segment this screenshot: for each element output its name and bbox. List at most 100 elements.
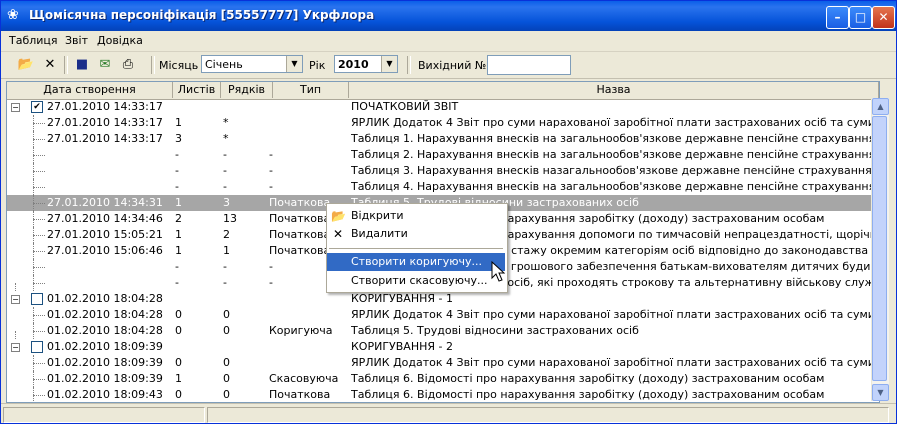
save-icon[interactable]: ■ [73, 56, 91, 74]
row-name: Таблиця 3. Нарахування внесків назагальн… [351, 164, 876, 177]
tree-line [33, 171, 45, 172]
scroll-thumb[interactable] [872, 116, 887, 381]
row-name: Таблиця 6. Відомості про нарахування зар… [351, 372, 825, 385]
tree-line [33, 203, 45, 204]
vertical-scrollbar[interactable]: ▲ ▼ [871, 98, 889, 401]
app-window: ❀ Щомісячна персоніфікація [55557777] Ук… [0, 0, 897, 424]
row-date: 01.02.2010 18:04:28 [47, 308, 163, 321]
context-create-correcting-label: Створити коригуючу... [351, 255, 483, 268]
row-lines: - [223, 164, 227, 177]
context-create-cancelling-label: Створити скасовуючу... [351, 274, 488, 287]
row-lines: * [223, 132, 229, 145]
row-name: ЯРЛИК Додаток 4 Звіт про суми нараховано… [351, 356, 876, 369]
column-header-sheets[interactable]: Листів [173, 82, 221, 98]
minimize-button[interactable]: – [826, 6, 849, 29]
collapse-icon[interactable]: − [11, 343, 20, 352]
open-folder-icon[interactable]: 📂 [17, 56, 35, 74]
row-date: 01.02.2010 18:09:39 [47, 356, 163, 369]
row-date: 27.01.2010 15:06:46 [47, 244, 163, 257]
table-row[interactable]: 01.02.2010 18:04:28 0 0 Коригуюча Таблиця 5.… [7, 323, 879, 339]
context-menu: 📂 Відкрити ✕ Видалити Створити коригуючу… [326, 203, 508, 293]
table-row[interactable]: 01.02.2010 18:04:28 0 0 ЯРЛИК Додаток 4 Зві… [7, 307, 879, 323]
title-bar[interactable]: ❀ Щомісячна персоніфікація [55557777] Ук… [1, 1, 896, 31]
menu-report[interactable]: Звіт [65, 34, 88, 47]
column-header-name[interactable]: Назва [349, 82, 879, 98]
group-checkbox[interactable] [31, 293, 43, 305]
report-group-row[interactable]: − 01.02.2010 18:09:39 КОРИГУВАННЯ - 2 [7, 339, 879, 355]
row-lines: 2 [223, 228, 230, 241]
print-icon[interactable]: ⎙ [119, 56, 137, 74]
month-label: Місяць [159, 59, 199, 72]
row-date: 27.01.2010 14:33:17 [47, 100, 163, 113]
chevron-down-icon[interactable]: ▼ [381, 56, 397, 72]
table-row[interactable]: 01.02.2010 18:09:39 0 0 ЯРЛИК Додаток 4 Зві… [7, 355, 879, 371]
tree-line [33, 379, 45, 380]
column-header-lines[interactable]: Рядків [221, 82, 273, 98]
report-group-row[interactable]: − 01.02.2010 18:04:28 КОРИГУВАННЯ - 1 [7, 291, 879, 307]
outgoing-number-label: Вихідний №: [418, 59, 490, 72]
delete-icon[interactable]: ✕ [41, 56, 59, 74]
row-date: 01.02.2010 18:04:28 [47, 324, 163, 337]
row-lines: - [223, 180, 227, 193]
menu-help[interactable]: Довідка [97, 34, 143, 47]
report-group-row[interactable]: − ✔ 27.01.2010 14:33:17 ПОЧАТКОВИЙ ЗВІТ [7, 99, 879, 115]
column-header-date[interactable]: Дата створення [7, 82, 173, 98]
year-select[interactable]: 2010 ▼ [334, 55, 398, 73]
scroll-down-icon[interactable]: ▼ [872, 384, 889, 401]
status-bar [1, 403, 896, 423]
menu-table[interactable]: Таблиця [9, 34, 58, 47]
row-lines: 0 [223, 372, 230, 385]
context-delete-item[interactable]: ✕ Видалити [327, 225, 505, 243]
table-row[interactable]: 27.01.2010 14:33:17 3 * Таблиця 1. Нарахува… [7, 131, 879, 147]
export-icon[interactable]: ✉ [96, 56, 114, 74]
table-row[interactable]: 01.02.2010 18:09:39 1 0 Скасовуюча Таблиця 6… [7, 371, 879, 387]
row-lines: 0 [223, 356, 230, 369]
table-row[interactable]: 01.02.2010 18:09:43 0 0 Початкова Таблиця 6.… [7, 387, 879, 402]
collapse-icon[interactable]: − [11, 295, 20, 304]
column-header-type[interactable]: Тип [273, 82, 349, 98]
row-sheets: 3 [175, 132, 182, 145]
chevron-down-icon[interactable]: ▼ [286, 56, 302, 72]
row-lines: 0 [223, 308, 230, 321]
tree-line [15, 283, 16, 291]
row-sheets: 0 [175, 308, 182, 321]
tree-line [33, 251, 45, 252]
row-sheets: 0 [175, 388, 182, 401]
row-name: КОРИГУВАННЯ - 2 [351, 340, 453, 353]
row-sheets: - [175, 148, 179, 161]
tree-line [33, 123, 45, 124]
row-date: 01.02.2010 18:09:39 [47, 372, 163, 385]
row-type: Скасовуюча [269, 372, 339, 385]
toolbar-separator [64, 56, 68, 74]
table-row[interactable]: - - - Таблиця 4. Нарахування внесків на заг… [7, 179, 879, 195]
row-date: 01.02.2010 18:09:43 [47, 388, 163, 401]
delete-x-icon: ✕ [332, 227, 344, 241]
row-name: КОРИГУВАННЯ - 1 [351, 292, 453, 305]
context-create-cancelling-item[interactable]: Створити скасовуючу... [327, 272, 505, 290]
menu-bar: Таблиця Звіт Довідка [1, 31, 896, 52]
table-row[interactable]: 27.01.2010 14:33:17 1 * ЯРЛИК Додаток 4 Зві… [7, 115, 879, 131]
close-button[interactable]: ✕ [872, 6, 895, 29]
outgoing-number-input[interactable] [487, 55, 571, 75]
row-name: Таблиця 4. Нарахування внесків на загаль… [351, 180, 876, 193]
status-panel-2 [207, 407, 889, 423]
row-date: 27.01.2010 14:33:17 [47, 116, 163, 129]
collapse-icon[interactable]: − [11, 103, 20, 112]
group-checkbox[interactable]: ✔ [31, 101, 43, 113]
row-lines: - [223, 148, 227, 161]
context-create-correcting-item[interactable]: Створити коригуючу... [327, 253, 505, 271]
tree-line [33, 219, 45, 220]
row-sheets: - [175, 180, 179, 193]
row-lines: 1 [223, 244, 230, 257]
table-row[interactable]: - - - Таблиця 3. Нарахування внесків назага… [7, 163, 879, 179]
row-name: Таблиця 6. Відомості про нарахування зар… [351, 388, 825, 401]
context-open-item[interactable]: 📂 Відкрити [327, 207, 505, 225]
status-panel-1 [3, 407, 205, 423]
row-sheets: 1 [175, 228, 182, 241]
row-sheets: 1 [175, 116, 182, 129]
group-checkbox[interactable] [31, 341, 43, 353]
scroll-up-icon[interactable]: ▲ [872, 98, 889, 115]
month-select[interactable]: Січень ▼ [201, 55, 303, 73]
maximize-button[interactable]: □ [849, 6, 872, 29]
table-row[interactable]: - - - Таблиця 2. Нарахування внесків на заг… [7, 147, 879, 163]
